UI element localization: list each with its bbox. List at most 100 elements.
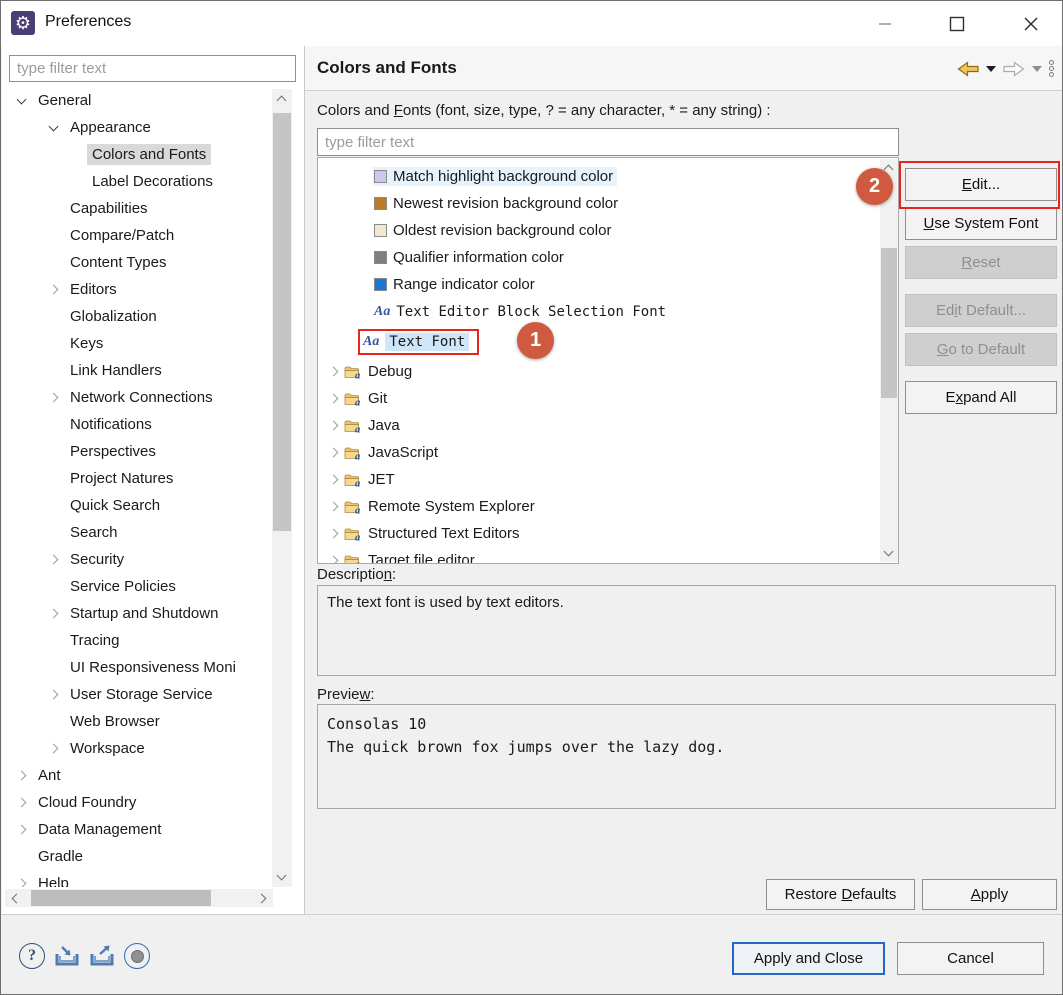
cancel-button[interactable]: Cancel <box>897 942 1044 975</box>
nav-forward-button[interactable] <box>1003 61 1025 77</box>
chevron-collapsed-icon[interactable] <box>328 421 338 431</box>
tree-item-quick-search[interactable]: Quick Search <box>3 492 271 519</box>
tree-item-keys[interactable]: Keys <box>3 330 271 357</box>
list-item-match-highlight[interactable]: Match highlight background color <box>318 163 898 190</box>
scrollbar-thumb[interactable] <box>273 113 291 531</box>
forward-history-menu-icon[interactable] <box>1032 66 1042 72</box>
chevron-collapsed-icon[interactable] <box>48 285 58 295</box>
tree-item-network-connections[interactable]: Network Connections <box>3 384 271 411</box>
chevron-collapsed-icon[interactable] <box>16 798 26 808</box>
scroll-left-icon[interactable] <box>12 894 22 904</box>
tree-item-colors-and-fonts[interactable]: Colors and Fonts <box>3 141 271 168</box>
tree-item-globalization[interactable]: Globalization <box>3 303 271 330</box>
tree-item-data-management[interactable]: Data Management <box>3 816 271 843</box>
tree-item-cloud-foundry[interactable]: Cloud Foundry <box>3 789 271 816</box>
tree-item-label-decorations[interactable]: Label Decorations <box>3 168 271 195</box>
tree-item-compare-patch[interactable]: Compare/Patch <box>3 222 271 249</box>
view-menu-icon[interactable] <box>1049 60 1054 77</box>
list-item-structured-text-editors[interactable]: aStructured Text Editors <box>318 520 898 547</box>
export-button[interactable] <box>89 945 115 967</box>
scroll-right-icon[interactable] <box>257 894 267 904</box>
list-item-block-selection-font[interactable]: AaText Editor Block Selection Font <box>318 298 898 325</box>
tree-item-project-natures[interactable]: Project Natures <box>3 465 271 492</box>
go-to-default-button[interactable]: Go to Default <box>905 333 1057 366</box>
tree-item-user-storage-service[interactable]: User Storage Service <box>3 681 271 708</box>
use-system-font-button[interactable]: Use System Font <box>905 207 1057 240</box>
chevron-collapsed-icon[interactable] <box>48 555 58 565</box>
fonts-filter-input[interactable] <box>317 128 899 156</box>
chevron-collapsed-icon[interactable] <box>328 529 338 539</box>
nav-back-button[interactable] <box>957 61 979 77</box>
list-item-oldest-revision[interactable]: Oldest revision background color <box>318 217 898 244</box>
chevron-collapsed-icon[interactable] <box>48 609 58 619</box>
scroll-down-icon[interactable] <box>277 871 287 881</box>
tree-item-capabilities[interactable]: Capabilities <box>3 195 271 222</box>
tree-item-help[interactable]: Help <box>3 870 271 887</box>
minimize-button[interactable] <box>869 8 901 40</box>
scroll-up-icon[interactable] <box>277 96 287 106</box>
sidebar-filter-input[interactable] <box>9 55 296 82</box>
tree-item-ant[interactable]: Ant <box>3 762 271 789</box>
list-item-javascript[interactable]: aJavaScript <box>318 439 898 466</box>
chevron-collapsed-icon[interactable] <box>328 502 338 512</box>
help-button[interactable]: ? <box>19 943 45 969</box>
tree-item-startup-and-shutdown[interactable]: Startup and Shutdown <box>3 600 271 627</box>
list-vertical-scrollbar[interactable] <box>880 159 898 562</box>
list-item-target-file-editor[interactable]: aTarget file editor <box>318 547 898 564</box>
tree-item-tracing[interactable]: Tracing <box>3 627 271 654</box>
tree-item-editors[interactable]: Editors <box>3 276 271 303</box>
chevron-collapsed-icon[interactable] <box>48 393 58 403</box>
edit-default-button[interactable]: Edit Default... <box>905 294 1057 327</box>
back-history-menu-icon[interactable] <box>986 66 996 72</box>
tree-item-service-policies[interactable]: Service Policies <box>3 573 271 600</box>
tree-vertical-scrollbar[interactable] <box>272 89 292 887</box>
restore-defaults-button[interactable]: Restore Defaults <box>766 879 915 910</box>
tree-item-general[interactable]: General <box>3 87 271 114</box>
tree-item-security[interactable]: Security <box>3 546 271 573</box>
tree-item-gradle[interactable]: Gradle <box>3 843 271 870</box>
tree-item-content-types[interactable]: Content Types <box>3 249 271 276</box>
expand-all-button[interactable]: Expand All <box>905 381 1057 414</box>
chevron-collapsed-icon[interactable] <box>16 771 26 781</box>
chevron-collapsed-icon[interactable] <box>328 367 338 377</box>
chevron-collapsed-icon[interactable] <box>328 475 338 485</box>
list-item-remote-system-explorer[interactable]: aRemote System Explorer <box>318 493 898 520</box>
chevron-collapsed-icon[interactable] <box>328 394 338 404</box>
tree-item-notifications[interactable]: Notifications <box>3 411 271 438</box>
close-button[interactable] <box>1015 8 1047 40</box>
chevron-collapsed-icon[interactable] <box>16 879 26 887</box>
import-button[interactable] <box>54 945 80 967</box>
tree-item-perspectives[interactable]: Perspectives <box>3 438 271 465</box>
tree-item-link-handlers[interactable]: Link Handlers <box>3 357 271 384</box>
tree-item-appearance[interactable]: Appearance <box>3 114 271 141</box>
maximize-button[interactable] <box>941 8 973 40</box>
scrollbar-thumb[interactable] <box>31 890 211 906</box>
chevron-expanded-icon[interactable] <box>16 94 26 104</box>
chevron-collapsed-icon[interactable] <box>328 448 338 458</box>
preference-recorder-button[interactable] <box>124 943 150 969</box>
tree-item-web-browser[interactable]: Web Browser <box>3 708 271 735</box>
apply-button[interactable]: Apply <box>922 879 1057 910</box>
list-item-debug[interactable]: aDebug <box>318 358 898 385</box>
edit-button[interactable]: Edit... <box>905 168 1057 201</box>
tree-item-workspace[interactable]: Workspace <box>3 735 271 762</box>
chevron-collapsed-icon[interactable] <box>16 825 26 835</box>
chevron-collapsed-icon[interactable] <box>328 556 338 564</box>
tree-item-search[interactable]: Search <box>3 519 271 546</box>
list-item-range-indicator[interactable]: Range indicator color <box>318 271 898 298</box>
chevron-collapsed-icon[interactable] <box>48 690 58 700</box>
scroll-down-icon[interactable] <box>884 547 894 557</box>
scrollbar-thumb[interactable] <box>881 248 897 398</box>
list-item-git[interactable]: aGit <box>318 385 898 412</box>
chevron-collapsed-icon[interactable] <box>48 744 58 754</box>
list-item-text-font[interactable]: Aa Text Font <box>318 325 898 358</box>
tree-item-ui-responsiveness-monitoring[interactable]: UI Responsiveness Moni <box>3 654 271 681</box>
tree-horizontal-scrollbar[interactable] <box>5 889 273 907</box>
apply-and-close-button[interactable]: Apply and Close <box>732 942 885 975</box>
reset-button[interactable]: Reset <box>905 246 1057 279</box>
list-item-qualifier-information[interactable]: Qualifier information color <box>318 244 898 271</box>
list-item-java[interactable]: aJava <box>318 412 898 439</box>
list-item-newest-revision[interactable]: Newest revision background color <box>318 190 898 217</box>
chevron-expanded-icon[interactable] <box>48 121 58 131</box>
list-item-jet[interactable]: aJET <box>318 466 898 493</box>
